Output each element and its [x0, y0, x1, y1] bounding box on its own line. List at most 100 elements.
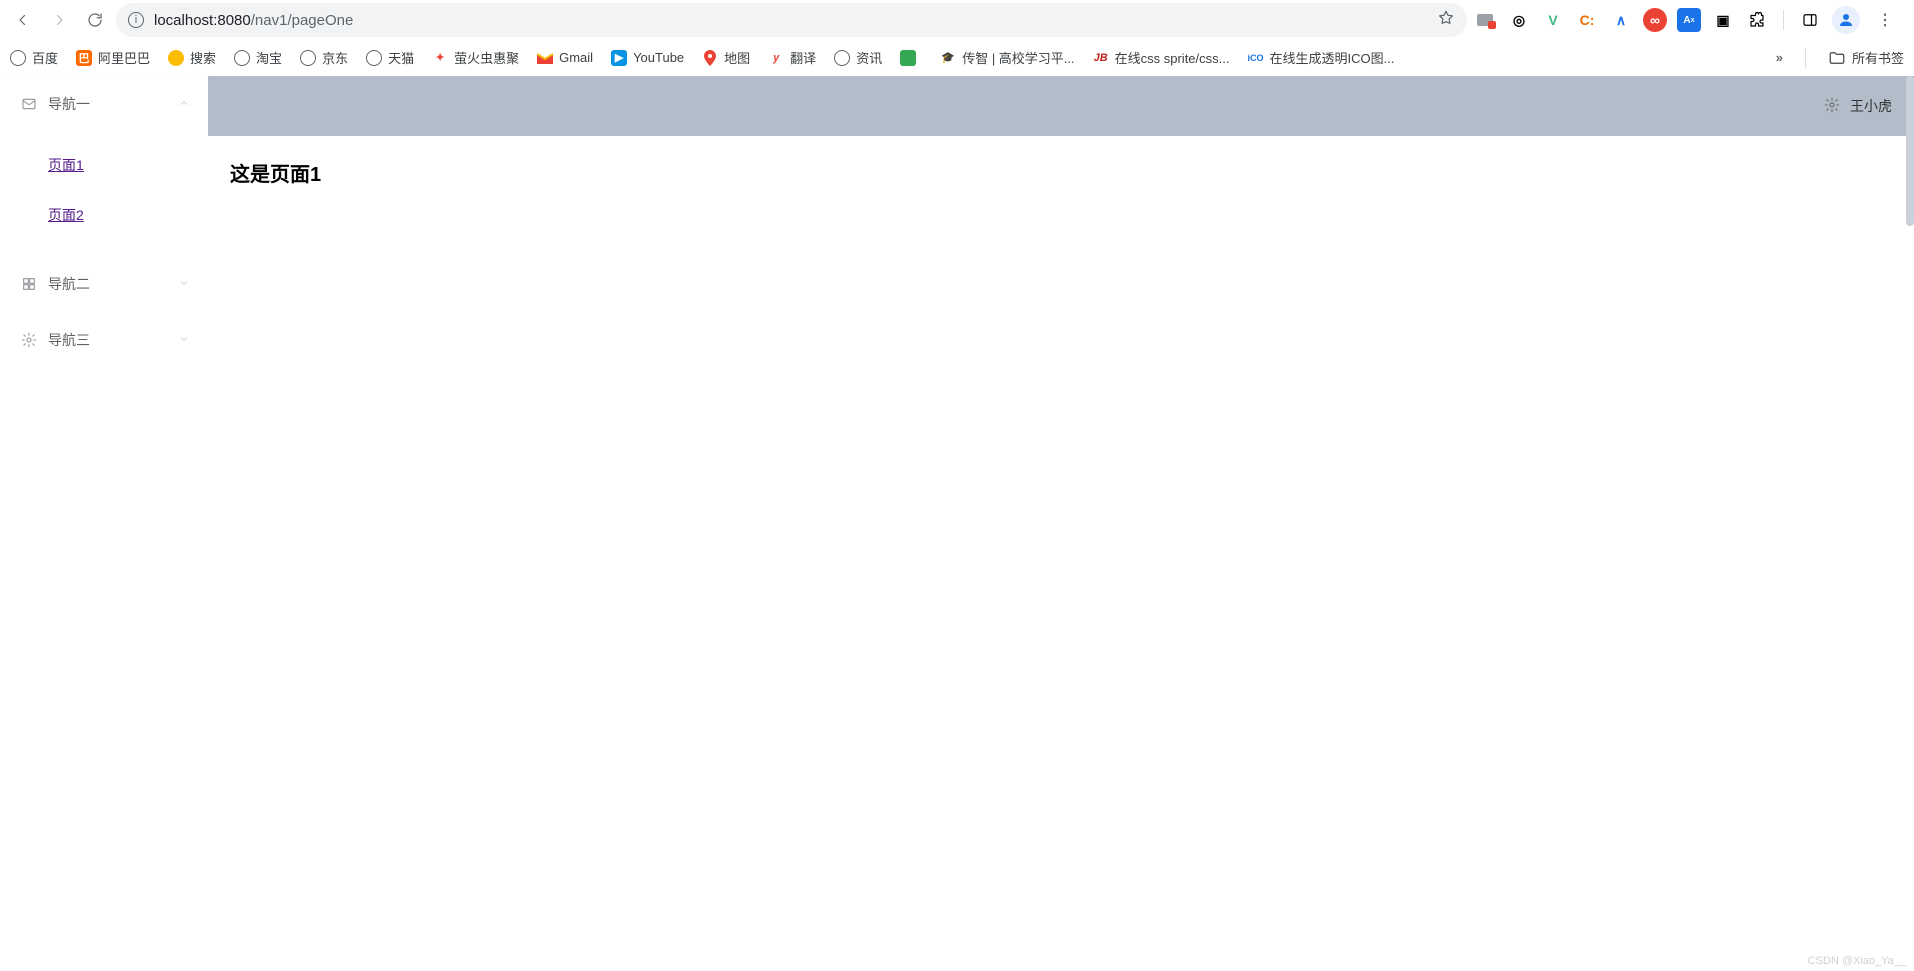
bookmark-label: 传智 | 高校学习平...	[962, 48, 1074, 67]
bookmark-label: 在线生成透明ICO图...	[1270, 48, 1395, 67]
gear-icon	[20, 331, 38, 349]
sidebar-submenu-nav1: 页面1 页面2	[0, 132, 208, 256]
bookmark-item[interactable]: 京东	[300, 48, 348, 67]
address-bar[interactable]: i localhost:8080/nav1/pageOne	[116, 3, 1467, 37]
favicon: 🎓	[940, 50, 956, 66]
side-panel-button[interactable]	[1798, 8, 1822, 32]
extension-icon[interactable]: ▣	[1711, 8, 1735, 32]
sidebar-group-nav2[interactable]: 导航二	[0, 256, 208, 312]
mail-icon	[20, 95, 38, 113]
bookmark-item[interactable]: 地图	[702, 48, 750, 67]
topbar: 王小虎	[208, 76, 1914, 136]
grid-icon	[20, 275, 38, 293]
bookmark-item[interactable]: JB在线css sprite/css...	[1093, 48, 1230, 67]
gmail-icon	[537, 50, 553, 66]
bookmark-item[interactable]: 搜索	[168, 48, 216, 67]
extension-translate-icon[interactable]: Ax	[1677, 8, 1701, 32]
bookmark-item[interactable]	[900, 50, 922, 66]
favicon: ✦	[432, 50, 448, 66]
site-info-icon[interactable]: i	[128, 12, 144, 28]
bookmark-item[interactable]: iCO 在线生成透明ICO图...	[1248, 48, 1395, 67]
bookmark-item[interactable]: 淘宝	[234, 48, 282, 67]
sidebar-group-label: 导航三	[48, 330, 90, 350]
bookmark-label: 地图	[724, 48, 750, 67]
extensions-row: ◎ V C: ∧ ∞ Ax ▣	[1473, 5, 1906, 35]
page-content: 这是页面1	[208, 136, 1914, 971]
globe-icon	[234, 50, 250, 66]
chrome-menu-button[interactable]	[1870, 5, 1900, 35]
bookmark-label: YouTube	[633, 50, 684, 65]
bookmark-star-button[interactable]	[1437, 9, 1455, 32]
extension-vue-icon[interactable]: V	[1541, 8, 1565, 32]
kebab-icon	[1876, 11, 1894, 29]
bookmark-label: 搜索	[190, 48, 216, 67]
bookmark-label: 翻译	[790, 48, 816, 67]
gear-icon	[1824, 97, 1840, 113]
bookmark-label: Gmail	[559, 50, 593, 65]
settings-button[interactable]	[1824, 97, 1840, 116]
url-path: /nav1/pageOne	[251, 12, 354, 29]
bookmark-item[interactable]: Gmail	[537, 50, 593, 66]
url-host: localhost:8080	[154, 12, 251, 29]
back-button[interactable]	[8, 5, 38, 35]
divider	[1783, 10, 1784, 30]
sidebar-group-label: 导航一	[48, 94, 90, 114]
bookmark-item[interactable]: 百度	[10, 48, 58, 67]
main-area: 王小虎 这是页面1	[208, 76, 1914, 971]
sidebar-item-page2[interactable]: 页面2	[0, 190, 208, 240]
sidebar: 导航一 页面1 页面2 导航二 导航三	[0, 76, 208, 971]
favicon: JB	[1093, 50, 1109, 66]
globe-icon	[10, 50, 26, 66]
extensions-menu-button[interactable]	[1745, 8, 1769, 32]
favicon: iCO	[1248, 50, 1264, 66]
divider	[1805, 48, 1806, 68]
bookmark-item[interactable]: 🎓 传智 | 高校学习平...	[940, 48, 1074, 67]
scrollbar-thumb[interactable]	[1906, 76, 1914, 226]
bookmarks-bar: 百度 巴阿里巴巴 搜索 淘宝 京东 天猫 ✦ 萤火虫惠聚 Gmail ▶YouTu…	[0, 40, 1914, 76]
reload-button[interactable]	[80, 5, 110, 35]
profile-icon	[1837, 11, 1855, 29]
bookmark-item[interactable]: 巴阿里巴巴	[76, 48, 150, 67]
profile-button[interactable]	[1832, 6, 1860, 34]
panel-icon	[1801, 11, 1819, 29]
watermark: CSDN @Xiao_Ya__	[1808, 955, 1906, 967]
sidebar-item-page1[interactable]: 页面1	[0, 140, 208, 190]
forward-button[interactable]	[44, 5, 74, 35]
extension-icon[interactable]: ∞	[1643, 8, 1667, 32]
sidebar-item-link[interactable]: 页面2	[48, 205, 84, 225]
extension-icon[interactable]: ◎	[1507, 8, 1531, 32]
bookmark-item[interactable]: y翻译	[768, 48, 816, 67]
sidebar-group-nav1[interactable]: 导航一	[0, 76, 208, 132]
globe-icon	[366, 50, 382, 66]
extension-icon[interactable]: C:	[1575, 8, 1599, 32]
bookmark-item[interactable]: ✦ 萤火虫惠聚	[432, 48, 519, 67]
bookmark-label: 萤火虫惠聚	[454, 48, 519, 67]
browser-chrome: i localhost:8080/nav1/pageOne ◎ V C: ∧ ∞…	[0, 0, 1914, 76]
favicon	[900, 50, 916, 66]
bookmarks-overflow-button[interactable]: »	[1776, 50, 1783, 65]
sidebar-group-nav3[interactable]: 导航三	[0, 312, 208, 368]
extension-icon[interactable]	[1473, 8, 1497, 32]
all-bookmarks-button[interactable]: 所有书签	[1828, 48, 1904, 67]
extension-icon[interactable]: ∧	[1609, 8, 1633, 32]
app-root: 导航一 页面1 页面2 导航二 导航三	[0, 76, 1914, 971]
url-text: localhost:8080/nav1/pageOne	[154, 12, 1427, 29]
maps-icon	[702, 50, 718, 66]
bookmark-item[interactable]: 资讯	[834, 48, 882, 67]
globe-icon	[834, 50, 850, 66]
favicon	[168, 50, 184, 66]
star-icon	[1437, 9, 1455, 27]
bookmark-label: 阿里巴巴	[98, 48, 150, 67]
sidebar-item-link[interactable]: 页面1	[48, 155, 84, 175]
bookmark-label: 京东	[322, 48, 348, 67]
chevron-down-icon	[178, 276, 190, 292]
topbar-username[interactable]: 王小虎	[1850, 96, 1892, 116]
all-bookmarks-label: 所有书签	[1852, 48, 1904, 67]
page-heading: 这是页面1	[230, 158, 1892, 187]
bookmark-label: 百度	[32, 48, 58, 67]
sidebar-group-label: 导航二	[48, 274, 90, 294]
favicon: 巴	[76, 50, 92, 66]
bookmark-label: 天猫	[388, 48, 414, 67]
bookmark-item[interactable]: ▶YouTube	[611, 50, 684, 66]
bookmark-item[interactable]: 天猫	[366, 48, 414, 67]
